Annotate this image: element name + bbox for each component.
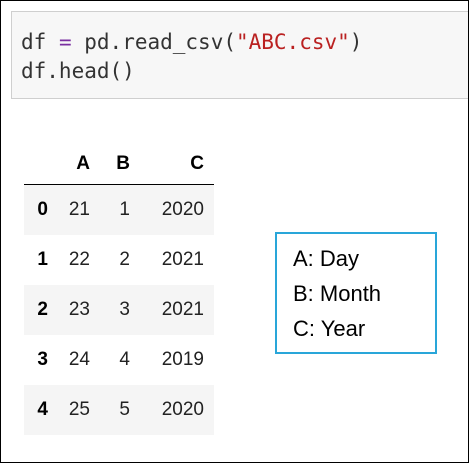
table-row: 4 25 5 2020 <box>24 385 214 435</box>
cell-c: 2019 <box>161 349 204 370</box>
code-call-read-csv: pd.read_csv( <box>84 30 236 54</box>
code-line-head: df.head() <box>21 59 135 83</box>
cell-c: 2020 <box>161 399 204 420</box>
column-header-a: A <box>48 144 90 185</box>
table-row: 2 23 3 2021 <box>24 285 214 335</box>
legend-item-month: B: Month <box>293 281 382 306</box>
cell-b: 4 <box>119 349 130 370</box>
cell-a: 21 <box>68 199 90 220</box>
code-close-paren: ) <box>349 30 363 54</box>
column-header-b: B <box>90 144 130 185</box>
code-line-read-csv: df = pd.read_csv("ABC.csv") <box>21 29 362 55</box>
cell-a: 24 <box>68 349 90 370</box>
code-cell[interactable]: df = pd.read_csv("ABC.csv") df.head() <box>11 11 468 99</box>
legend-item-year: C: Year <box>293 316 366 341</box>
cell-a: 25 <box>68 399 90 420</box>
cell-c: 2020 <box>161 199 204 220</box>
code-var-df: df <box>21 30 47 54</box>
legend-item-day: A: Day <box>293 246 360 271</box>
cell-c: 2021 <box>161 249 204 270</box>
cell-b: 5 <box>119 399 130 420</box>
table-row: 1 22 2 2021 <box>24 235 214 285</box>
row-index: 1 <box>37 249 48 270</box>
cell-a: 22 <box>68 249 90 270</box>
cell-b: 3 <box>119 299 130 320</box>
dataframe-table: A B C 0 21 1 2020 1 22 2 2021 2 23 3 202… <box>24 144 214 435</box>
row-index: 0 <box>37 199 48 220</box>
index-header <box>24 144 48 185</box>
column-legend-box: A: Day B: Month C: Year <box>275 232 437 354</box>
table-row: 3 24 4 2019 <box>24 335 214 385</box>
cell-a: 23 <box>68 299 90 320</box>
table-header-row: A B C <box>24 144 214 185</box>
cell-b: 1 <box>119 199 130 220</box>
code-assign-operator: = <box>58 30 72 54</box>
cell-c: 2021 <box>161 299 204 320</box>
row-index: 3 <box>37 349 48 370</box>
row-index: 4 <box>37 399 48 420</box>
column-header-c: C <box>130 144 214 185</box>
table-row: 0 21 1 2020 <box>24 184 214 235</box>
cell-b: 2 <box>119 249 130 270</box>
screenshot-frame: df = pd.read_csv("ABC.csv") df.head() A … <box>0 0 469 463</box>
row-index: 2 <box>37 299 48 320</box>
code-string-filename: "ABC.csv" <box>235 30 350 54</box>
